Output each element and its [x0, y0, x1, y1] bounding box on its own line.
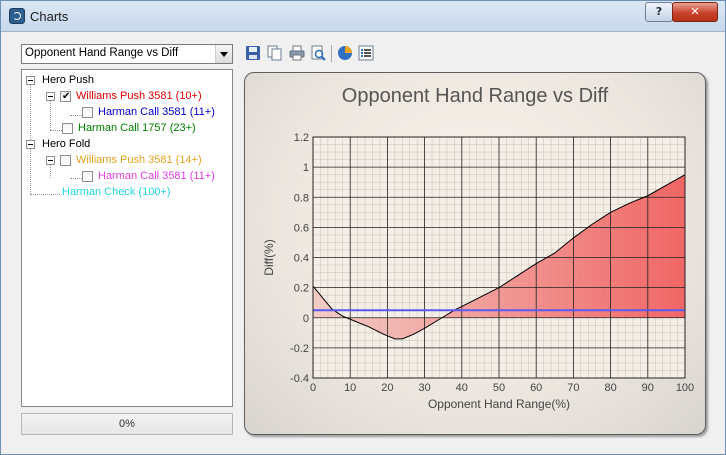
tree-node-label: Harman Call 3581 (11+): [98, 170, 215, 182]
checkbox[interactable]: [82, 171, 93, 182]
window-title: Charts: [30, 9, 69, 24]
tree-node-label: Harman Check (100+): [62, 186, 171, 198]
tree-connector: [30, 84, 31, 144]
save-icon[interactable]: [245, 45, 261, 61]
checkbox[interactable]: [62, 123, 73, 134]
tree-node-label: Harman Call 1757 (23+): [78, 122, 196, 134]
x-tick-label: 60: [530, 382, 542, 394]
series-tree[interactable]: Hero Push ✔ Williams Push 3581 (10+) Har…: [21, 69, 233, 407]
y-tick-label: 1.2: [294, 132, 309, 144]
tree-connector: [30, 148, 31, 194]
title-bar[interactable]: Charts ? ✕: [1, 1, 725, 32]
collapse-icon[interactable]: [46, 156, 55, 165]
tree-node-label: Harman Call 3581 (11+): [98, 106, 215, 118]
y-tick-label: 0: [303, 313, 309, 325]
tree-node-label: Hero Push: [42, 74, 94, 86]
app-icon: [9, 8, 25, 24]
checkmark-icon: ✔: [62, 91, 71, 102]
x-tick-label: 80: [604, 382, 616, 394]
x-tick-label: 100: [676, 382, 694, 394]
collapse-icon[interactable]: [46, 92, 55, 101]
pie-chart-icon[interactable]: [337, 45, 353, 61]
print-icon[interactable]: [289, 45, 305, 61]
x-tick-label: 10: [344, 382, 356, 394]
chart-selector-value: Opponent Hand Range vs Diff: [25, 47, 179, 59]
close-button[interactable]: ✕: [672, 2, 718, 22]
list-icon[interactable]: [358, 45, 374, 61]
tree-node-label: Williams Push 3581 (14+): [76, 154, 202, 166]
tree-node-label: Hero Fold: [42, 138, 91, 150]
tree-connector: [30, 194, 60, 195]
collapse-icon[interactable]: [26, 76, 35, 85]
x-tick-label: 30: [418, 382, 430, 394]
tree-connector: [50, 164, 51, 178]
x-tick-label: 70: [567, 382, 579, 394]
chart-selector-dropdown[interactable]: Opponent Hand Range vs Diff: [21, 44, 233, 64]
tree-node-label: Williams Push 3581 (10+): [76, 90, 202, 102]
charts-window: Charts ? ✕ Opponent Hand Range vs Diff H…: [0, 0, 726, 455]
tree-connector: [50, 130, 62, 131]
progress-label: 0%: [119, 418, 135, 430]
tree-connector: [50, 100, 51, 130]
chart-plot: 0 10 20 30 40 50 60 70 80 90 100 -0.4 -0.2 0 0.2 0.4 0.6…: [262, 132, 694, 411]
y-tick-label: 0.2: [294, 283, 309, 295]
x-tick-label: 40: [456, 382, 468, 394]
y-axis-label: Diff(%): [262, 239, 276, 275]
y-tick-label: -0.4: [290, 373, 309, 385]
y-tick-label: 0.6: [294, 222, 309, 234]
help-button[interactable]: ?: [645, 2, 673, 22]
print-preview-icon[interactable]: [310, 45, 326, 61]
x-tick-label: 20: [381, 382, 393, 394]
chevron-down-icon[interactable]: [215, 45, 232, 63]
y-tick-label: -0.2: [290, 343, 309, 355]
y-tick-label: 1: [303, 162, 309, 174]
copy-icon[interactable]: [267, 45, 283, 61]
x-axis-label: Opponent Hand Range(%): [428, 397, 570, 411]
x-tick-label: 50: [493, 382, 505, 394]
y-tick-label: 0.4: [294, 253, 309, 265]
progress-bar: 0%: [21, 413, 233, 435]
y-tick-label: 0.8: [294, 192, 309, 204]
toolbar-separator: [331, 45, 332, 62]
checkbox[interactable]: [60, 155, 71, 166]
collapse-icon[interactable]: [26, 140, 35, 149]
checkbox-checked[interactable]: ✔: [60, 91, 71, 102]
checkbox[interactable]: [82, 107, 93, 118]
x-tick-label: 90: [642, 382, 654, 394]
x-tick-label: 0: [310, 382, 316, 394]
chart-panel[interactable]: Opponent Hand Range vs Diff 0 10 20 30 40 50 6…: [244, 72, 706, 435]
